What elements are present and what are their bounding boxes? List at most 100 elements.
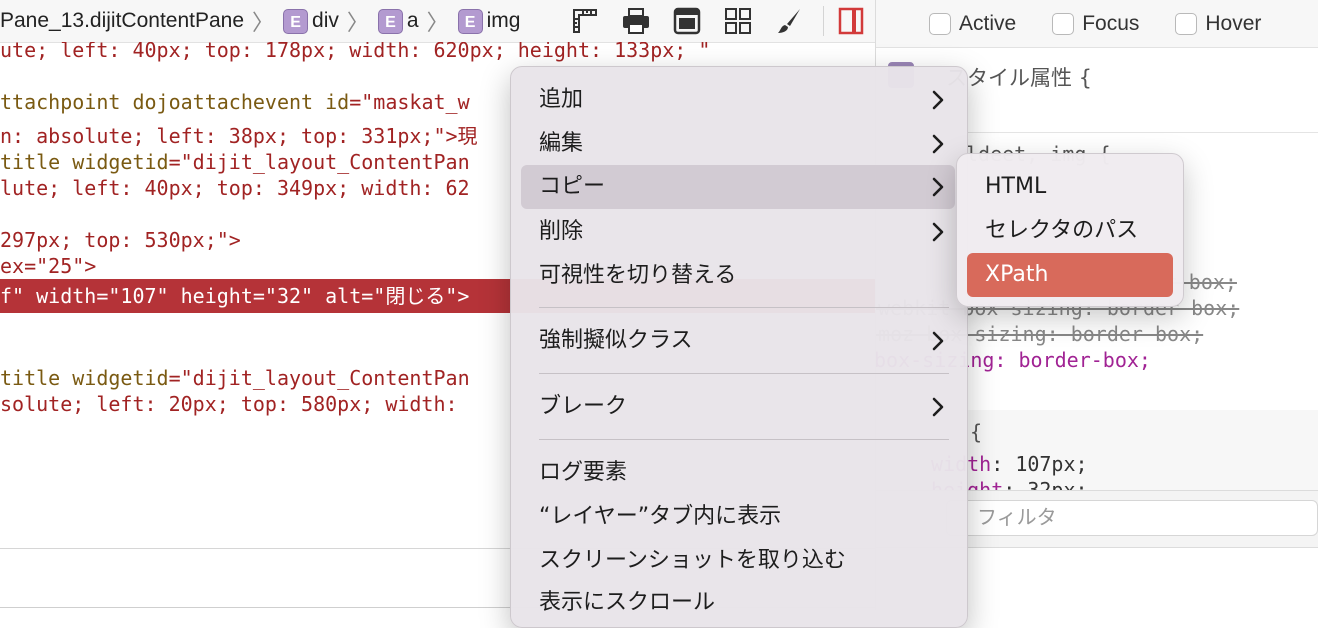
submenu-item-xpath[interactable]: XPath — [967, 253, 1173, 297]
menu-item-scroll-into-view[interactable]: 表示にスクロール — [521, 581, 955, 625]
sidebar-toggle-icon[interactable] — [834, 4, 868, 38]
dom-tree-line[interactable]: ex="25"> — [0, 254, 96, 278]
chevron-right-icon — [932, 397, 944, 417]
code-token: solute; left: 20px; top: 580px; width: — [0, 392, 458, 416]
menu-item-toggle-visibility[interactable]: 可視性を切り替える — [521, 254, 955, 298]
menu-separator — [539, 307, 949, 308]
window-icon[interactable] — [670, 4, 704, 38]
print-icon[interactable] — [619, 4, 653, 38]
menu-item-break[interactable]: ブレーク — [521, 385, 955, 429]
code-token: =" — [168, 150, 193, 174]
code-token: ex="25"> — [0, 254, 97, 278]
state-hover-checkbox[interactable]: Hover — [1175, 12, 1261, 36]
dom-tree-line[interactable]: 297px; top: 530px;"> — [0, 228, 241, 252]
context-menu: 追加 編集 コピー 削除 可視性を切り替える 強制擬似クラス ブレーク ログ要素… — [510, 66, 968, 628]
menu-separator — [539, 373, 949, 374]
breadcrumb-label: a — [406, 9, 419, 32]
menu-item-label: コピー — [539, 174, 606, 199]
breadcrumb-label: div — [312, 9, 339, 32]
breadcrumb-separator: 〉 — [252, 10, 275, 35]
checkbox[interactable] — [929, 12, 951, 35]
pseudo-state-bar: Active Focus Hover — [876, 0, 1318, 48]
code-token: n: absolute; left: 38px; top: 331px;">現 — [0, 124, 478, 148]
state-focus-checkbox[interactable]: Focus — [1052, 12, 1139, 36]
grid-icon[interactable] — [721, 4, 755, 38]
breadcrumb-item-pane[interactable]: Pane_13.dijitContentPane — [0, 9, 244, 33]
menu-item-log-element[interactable]: ログ要素 — [521, 451, 955, 495]
code-token: ttachpoint dojoattachevent — [0, 90, 326, 114]
state-label: Focus — [1082, 11, 1140, 35]
chevron-right-icon — [932, 90, 944, 110]
toolbar-divider — [823, 6, 824, 36]
code-token: title widgetid — [0, 366, 169, 390]
rule-brace: { — [970, 420, 983, 444]
dom-tree-line[interactable]: ttachpoint dojoattachevent id="maskat_w — [0, 90, 470, 114]
menu-item-label: 追加 — [539, 87, 584, 112]
menu-item-label: ブレーク — [539, 394, 628, 419]
menu-item-label: 強制擬似クラス — [539, 328, 693, 353]
checkbox[interactable] — [1175, 12, 1198, 35]
breadcrumb-item-a[interactable]: E a — [377, 8, 419, 34]
dom-tree-line[interactable]: n: absolute; left: 38px; top: 331px;">現 — [0, 120, 478, 149]
dom-tree-line[interactable]: title widgetid="dijit_layout_ContentPan — [0, 366, 470, 390]
element-badge-icon: E — [377, 8, 403, 34]
code-token: f" width="107" height="32" alt="閉じる"> — [0, 284, 470, 308]
chevron-right-icon — [932, 177, 944, 197]
submenu-item-selector-path[interactable]: セレクタのパス — [967, 209, 1173, 253]
filter-input[interactable]: フィルタ — [946, 500, 1318, 536]
menu-item-label: “レイヤー”タブ内に表示 — [539, 504, 782, 529]
menu-item-label: スクリーンショットを取り込む — [539, 548, 846, 573]
breadcrumb: Pane_13.dijitContentPane 〉 E div 〉 E a 〉… — [0, 0, 875, 43]
chevron-right-icon — [932, 331, 944, 351]
menu-item-label: 可視性を切り替える — [539, 263, 737, 288]
copy-submenu: HTML セレクタのパス XPath — [956, 153, 1184, 307]
menu-item-force-pseudo-class[interactable]: 強制擬似クラス — [521, 319, 955, 363]
menu-separator — [539, 439, 949, 440]
menu-item-copy[interactable]: コピー — [521, 165, 955, 209]
menu-item-add[interactable]: 追加 — [521, 78, 955, 122]
code-token: dijit_layout_ContentPan — [192, 150, 470, 174]
element-badge-icon: E — [457, 8, 483, 34]
state-label: Active — [959, 11, 1017, 35]
code-token: lute; left: 40px; top: 349px; width: 62 — [0, 176, 470, 200]
code-token: title widgetid — [0, 150, 169, 174]
code-token: =" — [349, 90, 374, 114]
submenu-item-html[interactable]: HTML — [967, 165, 1173, 209]
dom-tree-line[interactable]: lute; left: 40px; top: 349px; width: 62 — [0, 176, 470, 200]
checkbox[interactable] — [1052, 12, 1075, 35]
breadcrumb-label: img — [486, 9, 521, 32]
breadcrumb-separator: 〉 — [426, 10, 449, 35]
menu-item-label: 表示にスクロール — [539, 590, 716, 615]
dom-tree-line[interactable]: solute; left: 20px; top: 580px; width: — [0, 392, 458, 416]
state-active-checkbox[interactable]: Active — [929, 12, 1016, 36]
breadcrumb-item-div[interactable]: E div — [283, 8, 339, 34]
breadcrumb-label: Pane_13.dijitContentPane — [0, 9, 245, 32]
menu-item-label: ログ要素 — [539, 460, 628, 485]
submenu-item-label: HTML — [985, 174, 1047, 199]
element-badge-icon: E — [283, 8, 309, 34]
brush-icon[interactable] — [772, 4, 806, 38]
chevron-right-icon — [932, 134, 944, 154]
menu-item-show-in-layers[interactable]: “レイヤー”タブ内に表示 — [521, 495, 955, 539]
state-label: Hover — [1205, 11, 1262, 35]
code-token: dijit_layout_ContentPan — [192, 366, 470, 390]
code-token: maskat_w — [373, 90, 470, 114]
breadcrumb-item-img[interactable]: E img — [457, 8, 521, 34]
menu-item-edit[interactable]: 編集 — [521, 122, 955, 166]
submenu-item-label: セレクタのパス — [985, 218, 1139, 243]
submenu-item-label: XPath — [985, 262, 1049, 287]
code-token: 297px; top: 530px;"> — [0, 228, 241, 252]
menu-item-capture-screenshot[interactable]: スクリーンショットを取り込む — [521, 539, 955, 583]
menu-item-label: 編集 — [539, 131, 584, 156]
dom-tree-line[interactable]: title widgetid="dijit_layout_ContentPan — [0, 150, 470, 174]
menu-item-label: 削除 — [539, 219, 584, 244]
chevron-right-icon — [932, 222, 944, 242]
code-token: id — [325, 90, 350, 114]
style-value: 107px — [1015, 452, 1076, 476]
dom-tree-line[interactable]: ute; left: 40px; top: 178px; width: 620p… — [0, 42, 710, 62]
ruler-icon[interactable] — [568, 4, 602, 38]
menu-item-delete[interactable]: 削除 — [521, 210, 955, 254]
breadcrumb-separator: 〉 — [346, 10, 369, 35]
code-token: ute; left: 40px; top: 178px; width: 620p… — [0, 42, 711, 62]
code-token: =" — [168, 366, 193, 390]
